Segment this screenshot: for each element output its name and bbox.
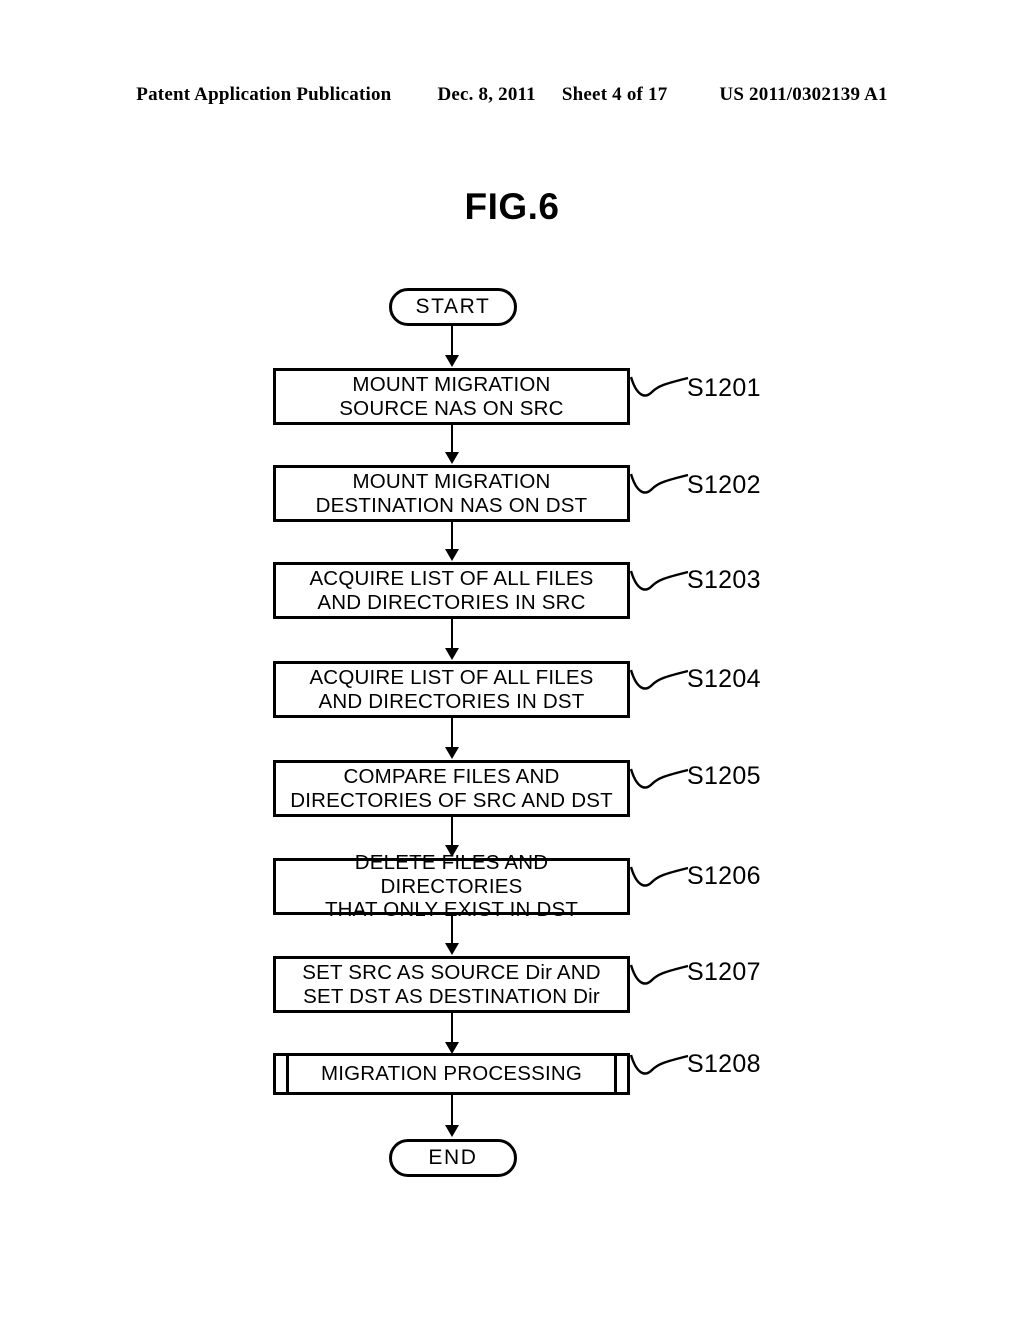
step-label-s1201: S1201 — [687, 374, 761, 402]
leader-line-s1201 — [629, 372, 690, 406]
step-label-s1208: S1208 — [687, 1050, 761, 1078]
flow-node-start: START — [389, 288, 517, 326]
flow-node-s1205: COMPARE FILES AND DIRECTORIES OF SRC AND… — [273, 760, 630, 817]
arrowhead-s1206-s1207 — [445, 943, 459, 955]
flow-node-end: END — [389, 1139, 517, 1177]
flow-node-s1205-label: COMPARE FILES AND DIRECTORIES OF SRC AND… — [290, 764, 613, 812]
flow-node-end-label: END — [428, 1146, 478, 1169]
connector-s1204-s1205 — [451, 718, 453, 748]
leader-line-s1203 — [629, 566, 690, 600]
flow-node-s1206: DELETE FILES AND DIRECTORIES THAT ONLY E… — [273, 851, 630, 921]
flow-node-s1207: SET SRC AS SOURCE Dir AND SET DST AS DES… — [273, 956, 630, 1013]
flow-node-s1202: MOUNT MIGRATION DESTINATION NAS ON DST — [273, 465, 630, 522]
connector-s1203-s1204 — [451, 619, 453, 649]
leader-line-s1205 — [629, 764, 690, 798]
flow-node-s1206-label: DELETE FILES AND DIRECTORIES THAT ONLY E… — [324, 850, 579, 922]
connector-s1207-s1208 — [451, 1013, 453, 1043]
flow-node-s1208-label: MIGRATION PROCESSING — [320, 1062, 583, 1085]
flow-node-s1202-label: MOUNT MIGRATION DESTINATION NAS ON DST — [315, 469, 588, 517]
step-label-s1203: S1203 — [687, 566, 761, 594]
arrowhead-s1202-s1203 — [445, 549, 459, 561]
flow-node-s1203-label: ACQUIRE LIST OF ALL FILES AND DIRECTORIE… — [309, 566, 594, 614]
flow-node-s1204-label: ACQUIRE LIST OF ALL FILES AND DIRECTORIE… — [309, 665, 594, 713]
connector-s1202-s1203 — [451, 522, 453, 550]
step-label-s1206: S1206 — [687, 862, 761, 890]
flow-node-s1201: MOUNT MIGRATION SOURCE NAS ON SRC — [273, 368, 630, 425]
arrowhead-s1203-s1204 — [445, 648, 459, 660]
flowchart-diagram: START MOUNT MIGRATION SOURCE NAS ON SRC … — [0, 0, 1024, 1320]
flow-node-s1203: ACQUIRE LIST OF ALL FILES AND DIRECTORIE… — [273, 562, 630, 619]
arrowhead-start-s1201 — [445, 355, 459, 367]
step-label-s1205: S1205 — [687, 762, 761, 790]
step-label-s1204: S1204 — [687, 665, 761, 693]
flow-node-start-label: START — [415, 295, 491, 318]
connector-s1205-s1206 — [451, 817, 453, 846]
arrowhead-s1201-s1202 — [445, 452, 459, 464]
arrowhead-s1208-end — [445, 1125, 459, 1137]
leader-line-s1202 — [629, 469, 690, 503]
flow-node-s1208: MIGRATION PROCESSING — [273, 1053, 630, 1095]
step-label-s1202: S1202 — [687, 471, 761, 499]
connector-start-s1201 — [451, 326, 453, 358]
connector-s1208-end — [451, 1095, 453, 1127]
flow-node-s1204: ACQUIRE LIST OF ALL FILES AND DIRECTORIE… — [273, 661, 630, 718]
flow-node-s1201-label: MOUNT MIGRATION SOURCE NAS ON SRC — [339, 372, 564, 420]
connector-s1201-s1202 — [451, 425, 453, 453]
leader-line-s1208 — [629, 1050, 690, 1084]
leader-line-s1207 — [629, 960, 690, 994]
step-label-s1207: S1207 — [687, 958, 761, 986]
leader-line-s1204 — [629, 665, 690, 699]
flow-node-s1207-label: SET SRC AS SOURCE Dir AND SET DST AS DES… — [302, 960, 601, 1008]
connector-s1206-s1207 — [451, 915, 453, 944]
arrowhead-s1204-s1205 — [445, 747, 459, 759]
leader-line-s1206 — [629, 862, 690, 896]
